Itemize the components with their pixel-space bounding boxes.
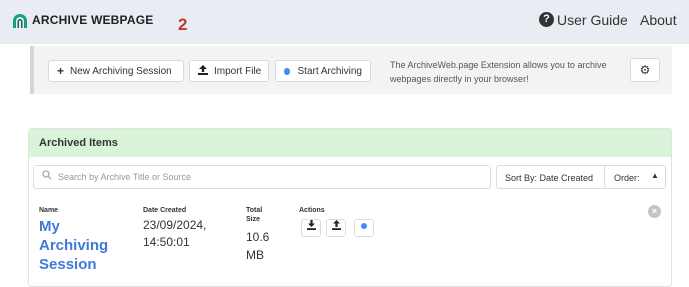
archive-item-size: 10.6 MB [246, 230, 270, 262]
close-circle-icon[interactable]: × [648, 205, 661, 218]
plus-icon: + [57, 64, 65, 78]
sort-label: Sort By: Date Created [505, 173, 594, 183]
extension-info-text: The ArchiveWeb.page Extension allows you… [390, 60, 607, 84]
new-session-label: New Archiving Session [70, 65, 172, 77]
archive-item-name-link[interactable]: My Archiving Session [39, 217, 129, 274]
user-guide-link[interactable]: User Guide [557, 12, 628, 28]
search-icon [42, 170, 52, 183]
upload-icon [331, 220, 341, 230]
new-archiving-session-button[interactable]: + New Archiving Session [48, 60, 184, 82]
upload-button[interactable] [326, 219, 346, 237]
archived-items-panel: Archived Items Search by Archive Title o… [28, 128, 672, 287]
record-dot-icon [361, 223, 367, 229]
start-label: Start Archiving [297, 65, 362, 77]
column-header-name: Name [39, 207, 59, 214]
caret-up-icon: ▲ [651, 171, 659, 180]
download-button[interactable] [301, 219, 321, 237]
column-header-actions: Actions [299, 207, 325, 214]
brand-title[interactable]: ARCHIVE WEBPAGE [32, 13, 153, 27]
import-label: Import File [214, 65, 262, 77]
question-circle-icon[interactable]: ? [539, 12, 554, 27]
order-toggle[interactable]: Order: ▲ [604, 165, 666, 189]
search-input[interactable]: Search by Archive Title or Source [33, 165, 491, 189]
search-placeholder: Search by Archive Title or Source [58, 172, 192, 182]
annotation-marker: 2 [178, 15, 188, 34]
start-archiving-button[interactable]: Start Archiving [275, 60, 371, 82]
about-link[interactable]: About [640, 12, 677, 28]
column-header-date: Date Created [143, 207, 187, 214]
action-panel: + New Archiving Session Import File Star… [30, 46, 672, 94]
start-archiving-item-button[interactable] [354, 219, 374, 237]
archived-items-header: Archived Items [29, 129, 671, 157]
archive-item-date: 23/09/2024, 14:50:01 [143, 218, 207, 249]
settings-button[interactable]: ⚙ [630, 58, 660, 82]
upload-icon [198, 64, 208, 78]
import-file-button[interactable]: Import File [189, 60, 269, 82]
order-label: Order: [614, 173, 640, 183]
top-navbar: ARCHIVE WEBPAGE 2 ? User Guide About [0, 0, 689, 44]
record-dot-icon [284, 67, 290, 75]
archived-items-title: Archived Items [39, 137, 118, 149]
column-header-size: Total Size [246, 207, 263, 223]
archive-logo-icon[interactable] [12, 13, 28, 29]
gear-icon: ⚙ [639, 63, 651, 77]
download-icon [306, 220, 316, 230]
